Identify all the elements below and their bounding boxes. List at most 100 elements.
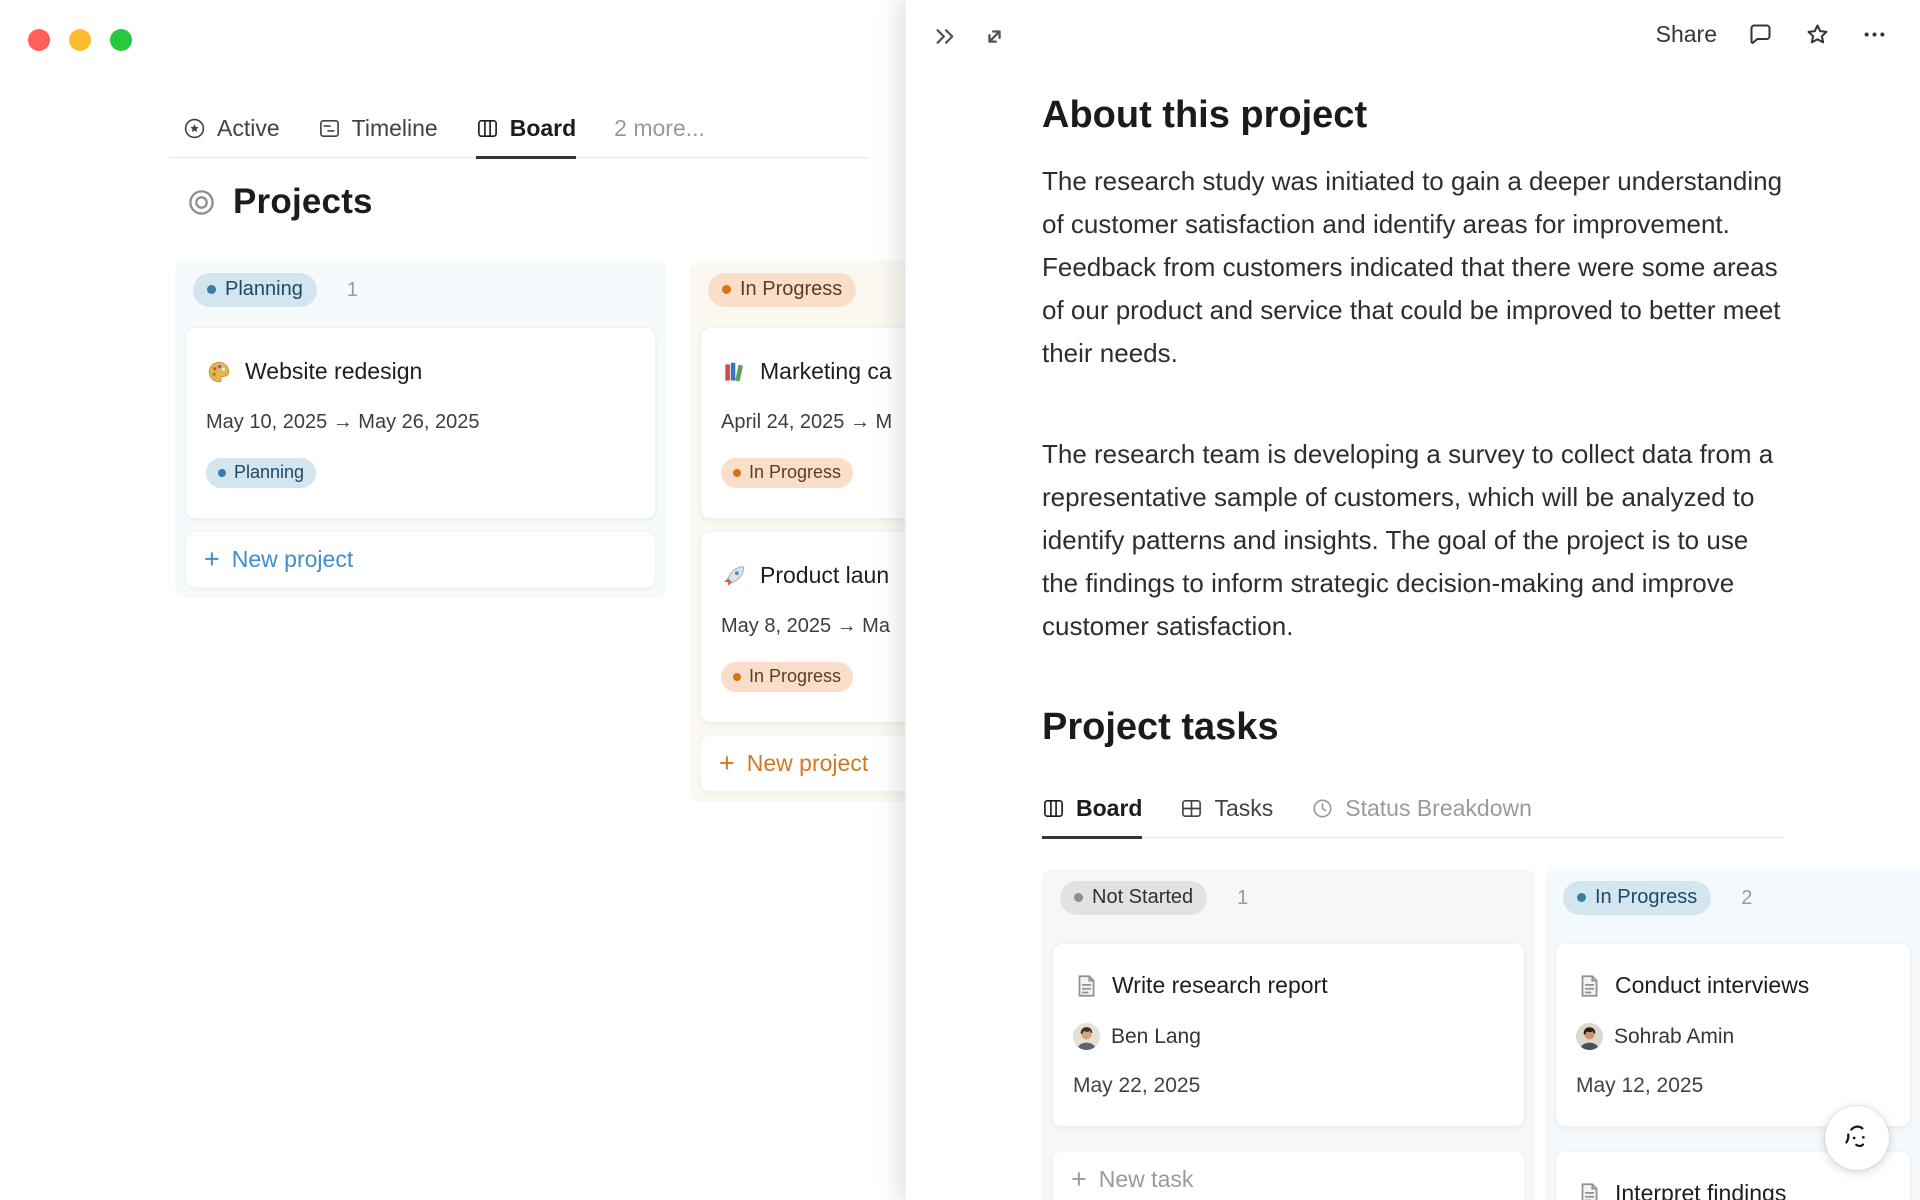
notion-ai-face-icon — [1845, 1125, 1865, 1148]
plus-icon: + — [1071, 1164, 1087, 1194]
side-peek-panel: Share About this project The research st… — [905, 0, 1920, 1200]
page-icon — [1581, 974, 1598, 997]
status-tag: In Progress — [721, 662, 854, 692]
project-card[interactable]: Website redesign May 10, 2025 → May 26, … — [185, 327, 656, 519]
tasks-tab-tasks[interactable]: Tasks — [1180, 780, 1273, 839]
page-icon — [1581, 1182, 1598, 1200]
assignee-row: Sohrab Amin — [1576, 1023, 1890, 1050]
books-icon — [725, 362, 743, 381]
about-heading: About this project — [1042, 94, 1368, 136]
minimize-window-button[interactable] — [69, 29, 91, 51]
project-tasks-heading: Project tasks — [1042, 706, 1279, 748]
view-tab-label: Active — [217, 114, 280, 141]
view-tab-timeline[interactable]: Timeline — [318, 100, 438, 159]
project-card-dates: May 10, 2025 → May 26, 2025 — [206, 411, 480, 433]
task-date: May 12, 2025 — [1576, 1074, 1704, 1097]
status-dot — [733, 468, 741, 477]
about-paragraph-1: The research study was initiated to gain… — [1042, 166, 1783, 368]
app-window: Active Timeline Board 2 more... Projects… — [0, 0, 1920, 1200]
board-icon — [1044, 799, 1063, 817]
new-project-button[interactable]: + New project — [185, 531, 656, 588]
expand-diagonal-icon[interactable] — [981, 23, 1008, 50]
close-window-button[interactable] — [28, 29, 50, 51]
status-tag: Planning — [206, 458, 317, 488]
panel-toolbar-right: Share — [1656, 21, 1888, 48]
assignee-name: Sohrab Amin — [1614, 1024, 1735, 1048]
tasks-tab-label: Board — [1076, 794, 1143, 821]
project-card-title: Marketing ca — [760, 358, 892, 384]
task-card-title: Write research report — [1112, 972, 1328, 998]
board-column-planning: Planning 1 Website redesign May 10, 2025… — [175, 261, 666, 598]
rocket-icon — [724, 565, 745, 586]
comment-icon[interactable] — [1747, 21, 1774, 48]
tasks-tab-board[interactable]: Board — [1042, 780, 1143, 839]
column-name: Not Started — [1092, 886, 1194, 908]
view-tab-label: Timeline — [351, 114, 438, 141]
task-card[interactable]: Write research report Ben Lang May 22, 2… — [1052, 943, 1525, 1127]
tasks-tab-label: Status Breakdown — [1345, 794, 1532, 821]
clock-icon — [1313, 798, 1332, 818]
notion-ai-button[interactable] — [1825, 1106, 1889, 1170]
status-dot — [218, 468, 226, 477]
board-icon — [477, 119, 497, 137]
task-card-title: Interpret findings — [1615, 1180, 1787, 1200]
table-icon — [1182, 799, 1202, 817]
tasks-column-not-started: Not Started 1 Write research report Ben … — [1042, 869, 1535, 1200]
column-name: Planning — [225, 278, 303, 300]
column-status-pill[interactable]: Planning — [193, 273, 317, 307]
more-icon[interactable] — [1861, 21, 1888, 48]
status-tag: In Progress — [721, 458, 854, 488]
column-count: 1 — [346, 278, 358, 301]
avatar — [1073, 1023, 1100, 1050]
view-tab-active[interactable]: Active — [183, 100, 280, 159]
tasks-tab-label: Tasks — [1214, 794, 1274, 821]
window-controls — [28, 29, 132, 51]
page-title-row: Projects — [186, 182, 373, 222]
project-card-title: Product laun — [760, 562, 890, 588]
panel-toolbar-left — [932, 23, 1008, 50]
task-card-title: Conduct interviews — [1615, 972, 1810, 998]
tasks-view-tabs: Board Tasks Status Breakdown — [1042, 780, 1784, 839]
column-header: Not Started 1 — [1052, 879, 1525, 917]
target-icon — [189, 189, 214, 215]
plus-icon: + — [719, 748, 735, 778]
column-count: 1 — [1237, 886, 1249, 909]
status-dot — [1577, 893, 1586, 902]
task-card[interactable]: Conduct interviews Sohrab Amin May 12, 2… — [1555, 943, 1911, 1127]
new-task-button[interactable]: + New task — [1052, 1151, 1525, 1200]
task-date: May 22, 2025 — [1073, 1074, 1201, 1097]
double-chevron-right-icon[interactable] — [932, 23, 959, 50]
column-header: Planning 1 — [185, 271, 656, 309]
project-card-title: Website redesign — [245, 358, 423, 384]
status-dot — [207, 285, 216, 294]
view-tab-more[interactable]: 2 more... — [614, 100, 705, 159]
column-status-pill[interactable]: In Progress — [1563, 881, 1712, 915]
palette-icon — [208, 361, 230, 382]
zoom-window-button[interactable] — [110, 29, 132, 51]
plus-icon: + — [204, 544, 220, 574]
page-icon — [1078, 974, 1095, 997]
view-tab-board[interactable]: Board — [475, 100, 577, 159]
star-circle-icon — [184, 118, 205, 138]
status-dot — [733, 672, 741, 681]
status-dot — [722, 285, 731, 294]
column-name: In Progress — [740, 278, 843, 300]
tasks-tab-status-breakdown[interactable]: Status Breakdown — [1311, 780, 1532, 839]
column-status-pill[interactable]: Not Started — [1060, 881, 1208, 915]
view-tabs: Active Timeline Board 2 more... — [169, 100, 869, 159]
column-header: In Progress 2 — [1555, 879, 1911, 917]
share-button[interactable]: Share — [1656, 21, 1717, 48]
tasks-board: Not Started 1 Write research report Ben … — [1042, 869, 1920, 1200]
view-tab-label: Board — [509, 114, 577, 141]
column-name: In Progress — [1595, 886, 1698, 908]
assignee-name: Ben Lang — [1111, 1024, 1201, 1048]
star-icon[interactable] — [1804, 21, 1831, 48]
column-status-pill[interactable]: In Progress — [708, 273, 857, 307]
page-title: Projects — [233, 182, 373, 221]
view-tab-label: 2 more... — [614, 114, 705, 141]
timeline-icon — [319, 119, 339, 137]
status-dot — [1074, 893, 1083, 902]
about-paragraph-2: The research team is developing a survey… — [1042, 439, 1774, 641]
avatar — [1576, 1023, 1603, 1050]
column-count: 2 — [1741, 886, 1753, 909]
